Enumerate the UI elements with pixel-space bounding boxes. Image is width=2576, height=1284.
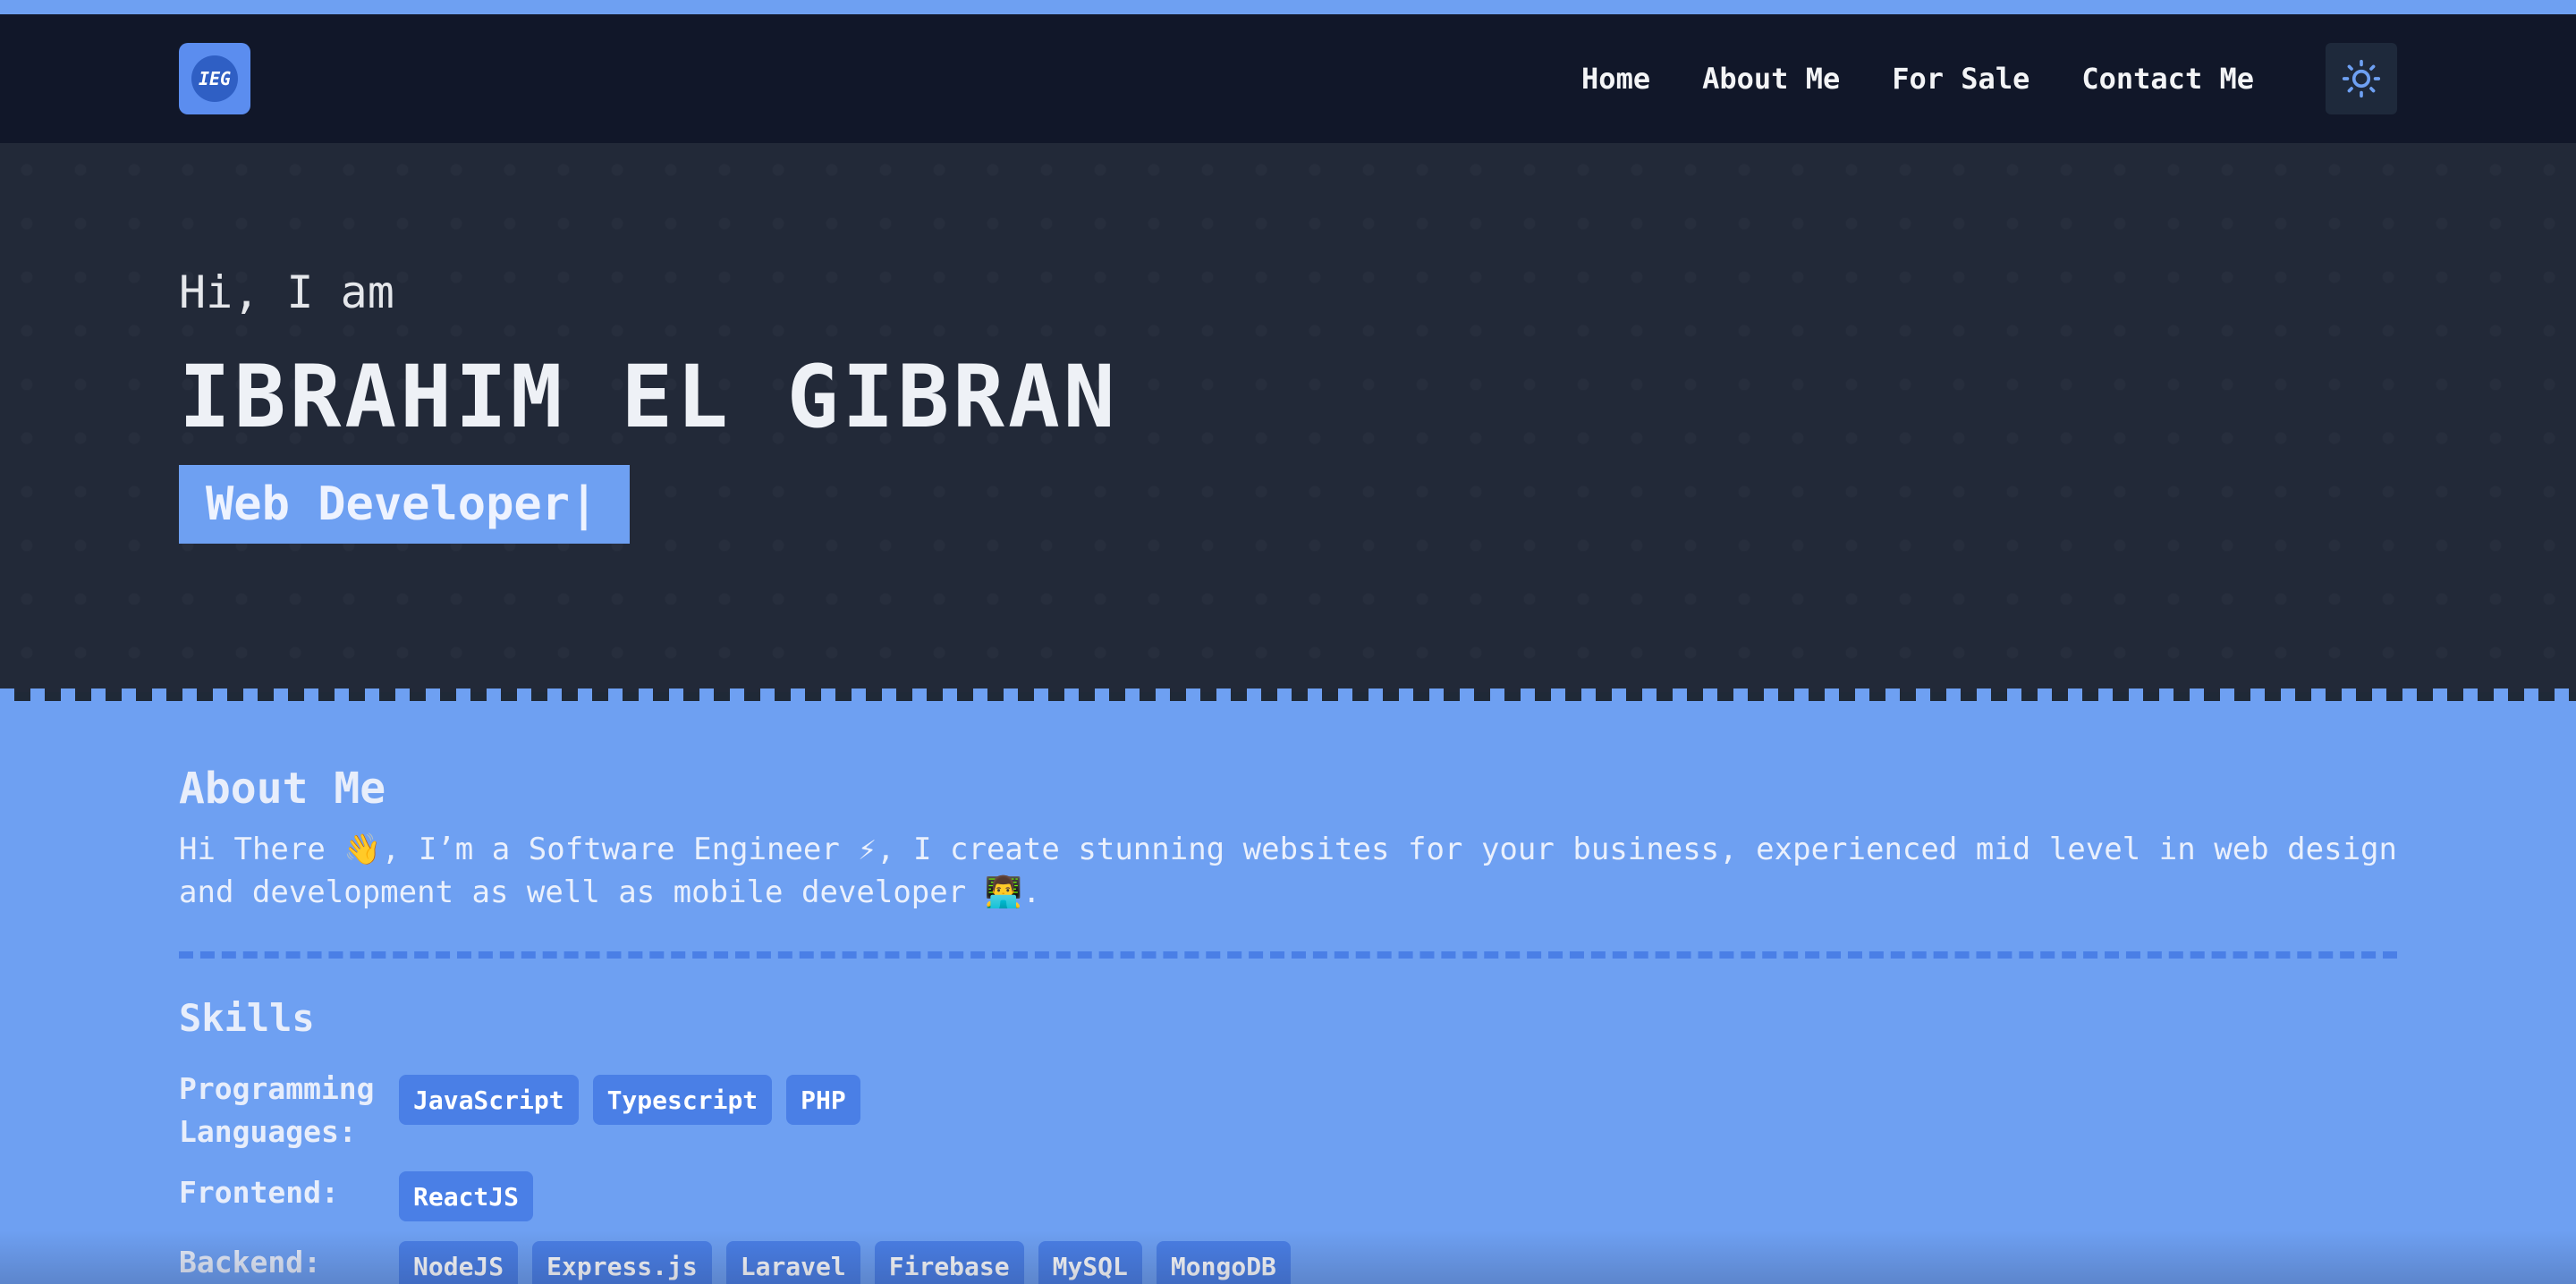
logo[interactable]: IEG (179, 43, 250, 114)
about-section: About Me Hi There 👋, I’m a Software Engi… (0, 701, 2576, 1284)
skill-tag-typescript[interactable]: Typescript (592, 1075, 773, 1125)
logo-icon: IEG (191, 55, 238, 102)
theme-toggle-button[interactable] (2326, 43, 2397, 114)
hero-greeting: Hi, I am (179, 266, 394, 318)
nav-for-sale[interactable]: For Sale (1892, 62, 2029, 96)
skill-tag-mongodb[interactable]: MongoDB (1156, 1241, 1291, 1284)
skill-group-backend: Backend: NodeJS Express.js Laravel Fireb… (179, 1241, 1291, 1284)
hero-name: IBRAHIM EL GIBRAN (179, 347, 1119, 447)
logo-text: IEG (198, 68, 232, 89)
skill-tag-firebase[interactable]: Firebase (874, 1241, 1024, 1284)
skill-group-label: Programming Languages: (179, 1071, 375, 1149)
skill-tags: NodeJS Express.js Laravel Firebase MySQL… (399, 1241, 1291, 1284)
skill-tags: ReactJS (399, 1171, 534, 1221)
skill-tag-laravel[interactable]: Laravel (725, 1241, 860, 1284)
nav-contact-me[interactable]: Contact Me (2081, 62, 2254, 96)
skill-group-frontend: Frontend: ReactJS (179, 1171, 534, 1221)
skill-tag-nodejs[interactable]: NodeJS (399, 1241, 519, 1284)
skill-tags: JavaScript Typescript PHP (399, 1068, 860, 1125)
skill-tag-reactjs[interactable]: ReactJS (399, 1171, 534, 1221)
skill-tag-php[interactable]: PHP (786, 1075, 860, 1125)
nav-about-me[interactable]: About Me (1702, 62, 1840, 96)
skill-group-programming-languages: Programming Languages: JavaScript Typesc… (179, 1068, 860, 1153)
skills-title: Skills (179, 996, 315, 1040)
nav-links: Home About Me For Sale Contact Me (1581, 14, 2254, 143)
hero-section: Hi, I am IBRAHIM EL GIBRAN Web Developer… (0, 143, 2576, 692)
sun-icon (2342, 59, 2381, 98)
about-description: Hi There 👋, I’m a Software Engineer ⚡, I… (179, 832, 2397, 910)
top-accent-strip (0, 0, 2576, 14)
skill-group-label: Backend: (179, 1245, 321, 1280)
skill-tag-expressjs[interactable]: Express.js (532, 1241, 712, 1284)
navbar: IEG Home About Me For Sale Contact Me (0, 14, 2576, 143)
hero-role-typewriter: Web Developer| (179, 465, 631, 544)
skill-group-label: Frontend: (179, 1175, 339, 1210)
skill-tag-mysql[interactable]: MySQL (1038, 1241, 1142, 1284)
about-title: About Me (179, 764, 386, 814)
dashed-divider (179, 951, 2397, 959)
nav-home[interactable]: Home (1581, 62, 1650, 96)
skill-tag-javascript[interactable]: JavaScript (399, 1075, 579, 1125)
